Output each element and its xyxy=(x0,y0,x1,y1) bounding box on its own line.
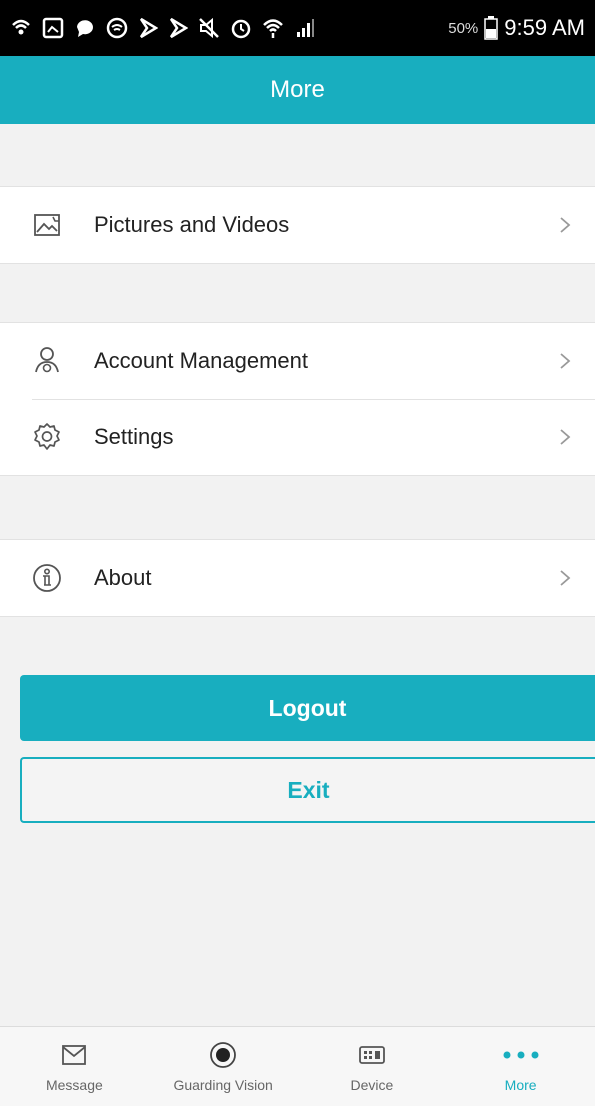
exit-button[interactable]: Exit xyxy=(20,757,595,823)
gear-icon xyxy=(32,422,62,452)
menu-group-about: About xyxy=(0,539,595,617)
wifi-signal-icon xyxy=(263,19,283,38)
menu-group-media: Pictures and Videos xyxy=(0,186,595,264)
chevron-right-icon xyxy=(557,351,573,371)
battery-icon xyxy=(484,16,499,40)
chevron-right-icon xyxy=(557,215,573,235)
user-icon xyxy=(32,346,62,376)
app-header: More xyxy=(0,56,595,124)
chevron-right-icon xyxy=(557,568,573,588)
more-dots-icon xyxy=(501,1041,541,1069)
chat-icon xyxy=(77,20,93,37)
menu-item-label: Account Management xyxy=(94,348,309,373)
image-icon xyxy=(32,210,62,240)
battery-percent: 50% xyxy=(448,19,479,37)
mail-icon xyxy=(61,1041,87,1069)
menu-item-pictures-and-videos[interactable]: Pictures and Videos xyxy=(0,187,595,263)
page-title: More xyxy=(270,76,325,103)
tab-device[interactable]: Device xyxy=(298,1027,447,1106)
wifi-call-icon xyxy=(12,19,30,35)
cell-signal-icon xyxy=(297,19,314,37)
bottom-tab-bar: Message Guarding Vision Device More xyxy=(0,1026,595,1106)
menu-item-settings[interactable]: Settings xyxy=(0,399,595,475)
menu-item-about[interactable]: About xyxy=(0,540,595,616)
status-bar: 50% 9:59 AM xyxy=(0,0,595,56)
device-icon xyxy=(358,1041,386,1069)
tab-label: Guarding Vision xyxy=(173,1076,273,1093)
menu-item-label: Pictures and Videos xyxy=(94,212,290,237)
mute-icon xyxy=(199,17,219,39)
gallery-notification-icon xyxy=(42,17,64,39)
menu-item-account-management[interactable]: Account Management xyxy=(0,323,595,399)
clock: 9:59 AM xyxy=(504,15,585,40)
tab-message[interactable]: Message xyxy=(0,1027,149,1106)
tab-label: Message xyxy=(45,1076,103,1093)
tab-guarding-vision[interactable]: Guarding Vision xyxy=(149,1027,298,1106)
alarm-icon xyxy=(231,19,251,39)
status-icons xyxy=(10,17,448,39)
tab-more[interactable]: More xyxy=(446,1027,595,1106)
menu-item-label: About xyxy=(94,565,152,590)
logout-button[interactable]: Logout xyxy=(20,675,595,741)
play-store-icon xyxy=(169,17,188,39)
record-icon xyxy=(209,1041,237,1069)
status-right: 50% 9:59 AM xyxy=(448,15,585,41)
tab-label: Device xyxy=(350,1076,394,1093)
tab-label: More xyxy=(504,1076,537,1093)
menu-item-label: Settings xyxy=(94,424,174,449)
wifi-icon xyxy=(106,17,128,39)
info-icon xyxy=(32,563,62,593)
menu-group-account: Account Management Settings xyxy=(0,322,595,476)
play-store-icon xyxy=(139,17,158,39)
chevron-right-icon xyxy=(557,427,573,447)
